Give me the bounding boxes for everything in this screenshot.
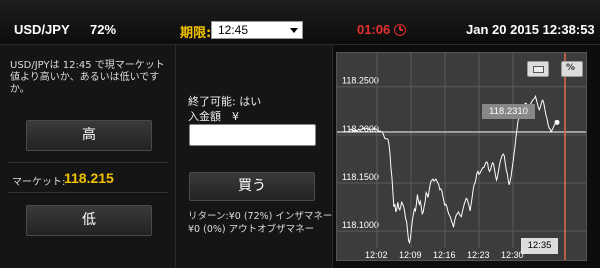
current-time-tag: 12:35: [521, 238, 558, 254]
divider: [8, 192, 168, 193]
y-tick-label: 118.1500: [342, 172, 379, 182]
y-tick-label: 118.1000: [342, 220, 379, 230]
payout-percent: 72%: [90, 22, 117, 37]
market-label: マーケット:: [12, 177, 66, 188]
out-of-money-text: ¥0 (0%) アウトオブザマネー: [188, 224, 315, 235]
amount-input[interactable]: [189, 124, 316, 146]
asset-pair: USD/JPY: [14, 22, 70, 37]
chart-svg: 118.2500118.2000118.1500118.100012:02 12:…: [337, 53, 586, 260]
trading-widget: USD/JPY 72% 期限: 12:45 01:06 Jan 20 2015 …: [0, 0, 600, 268]
expiry-select[interactable]: 12:45: [211, 21, 303, 39]
return-text: リターン:¥0 (72%) インザマネー: [188, 211, 333, 222]
amount-label: 入金額 ¥: [188, 110, 239, 123]
current-price-dot: [554, 119, 560, 125]
chevron-down-icon: [290, 28, 298, 33]
expiry-label: 期限:: [180, 26, 212, 41]
question-text: USD/JPYは 12:45 で現マーケット値より高いか、あるいは低いですか。: [10, 60, 165, 95]
price-chart: 118.2500 118.2000 118.1500 118.1000 12:02 12:…: [336, 52, 587, 261]
current-price-tag: 118.2310: [482, 104, 535, 119]
x-tick-label: 12:09: [399, 250, 422, 260]
x-tick-label: 12:23: [467, 250, 490, 260]
expiry-status: 終了可能: はい: [188, 95, 262, 108]
chart-type-icon[interactable]: [527, 61, 549, 77]
countdown-timer: 01:06: [357, 22, 391, 37]
low-button[interactable]: 低: [26, 205, 152, 236]
x-tick-label: 12:16: [433, 250, 456, 260]
buy-button[interactable]: 買う: [189, 172, 315, 201]
high-button[interactable]: 高: [26, 120, 152, 151]
percent-toggle-button[interactable]: %: [561, 61, 583, 77]
date-time: Jan 20 2015 12:38:53: [466, 22, 595, 37]
market-price: 118.215: [64, 170, 114, 186]
y-tick-label: 118.2500: [342, 76, 379, 86]
expiry-value: 12:45: [218, 23, 249, 37]
clock-icon: [394, 24, 406, 36]
divider: [8, 162, 168, 163]
x-tick-label: 12:02: [365, 250, 388, 260]
